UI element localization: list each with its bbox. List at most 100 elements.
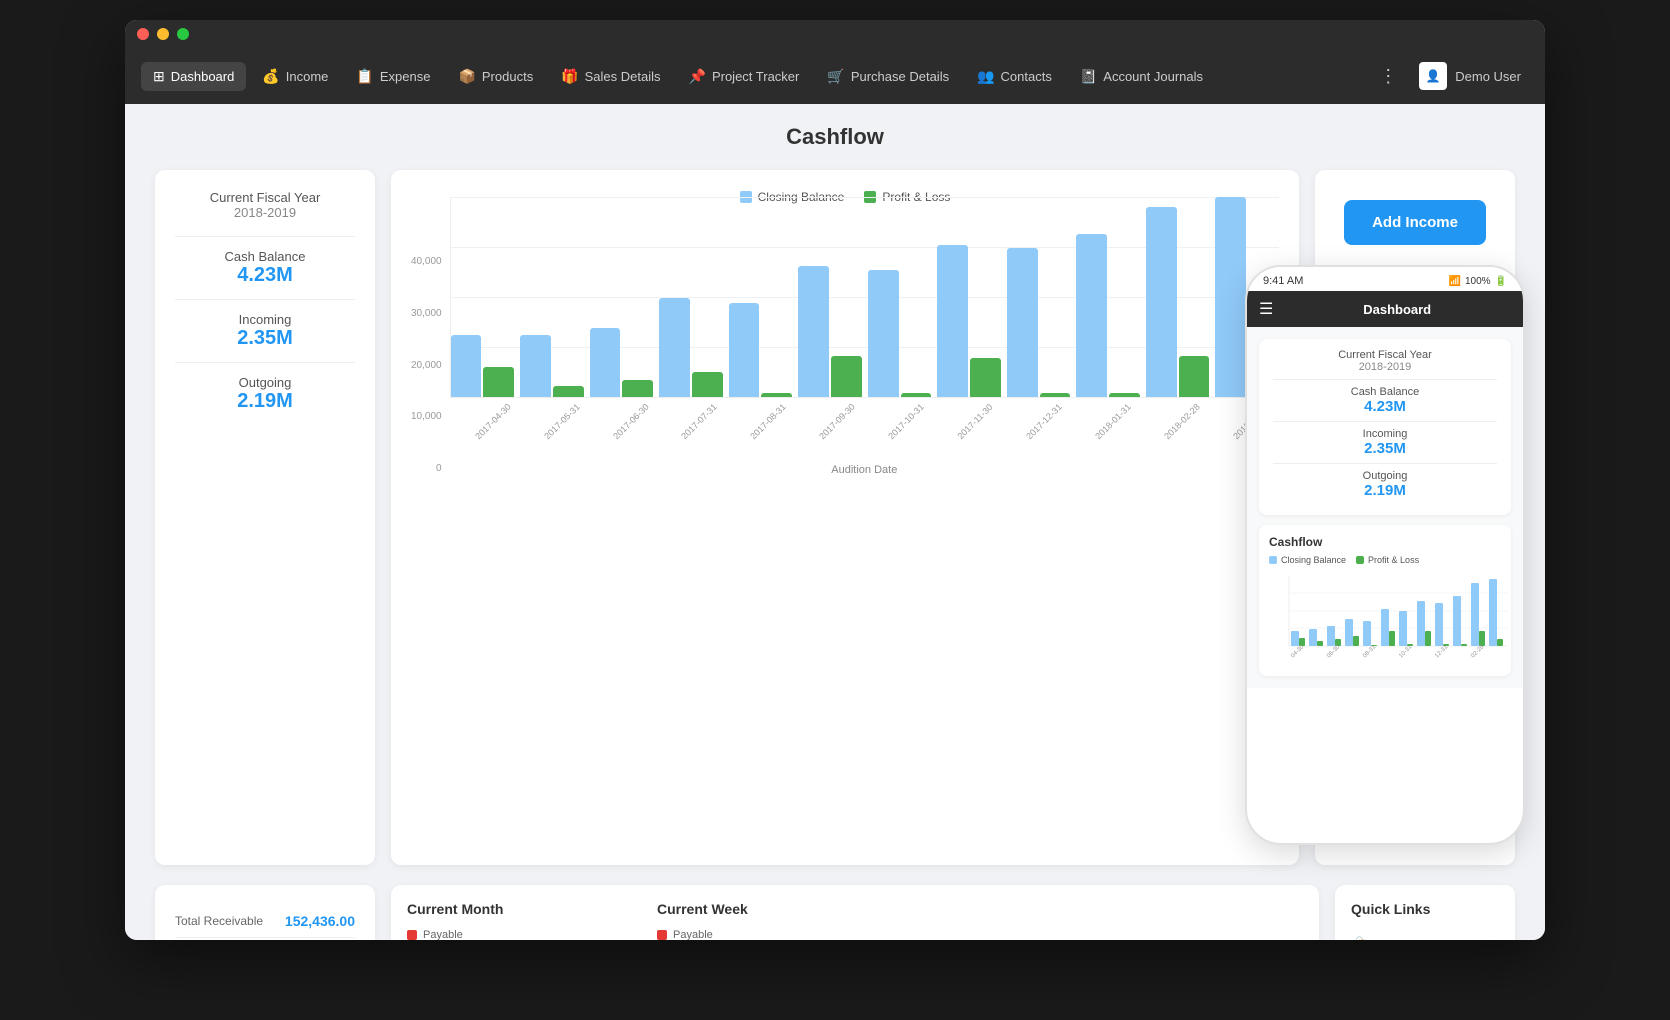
bar-group <box>520 335 584 397</box>
green-bar <box>622 380 653 397</box>
top-row: Current Fiscal Year 2018-2019 Cash Balan… <box>155 170 1515 865</box>
purchase-icon: 🛒 <box>827 68 844 85</box>
user-menu[interactable]: 👤 Demo User <box>1411 58 1529 94</box>
nav-products[interactable]: 📦 Products <box>446 62 545 91</box>
sales-link-icon: 🏷️ <box>1355 936 1373 940</box>
journals-icon: 📓 <box>1080 68 1097 85</box>
close-button[interactable] <box>137 28 149 40</box>
user-avatar: 👤 <box>1419 62 1447 90</box>
blue-bar <box>451 335 482 397</box>
x-axis-label: 2017-09-30 <box>812 396 864 448</box>
app-window: ⊞ Dashboard 💰 Income 📋 Expense 📦 Product… <box>125 20 1545 940</box>
donut-section: Current Month Payable Receiva... <box>391 885 1319 940</box>
x-axis-label: 2017-10-31 <box>881 396 933 448</box>
blue-bar <box>1146 207 1177 397</box>
current-week-chart: Current Week Payable Receiva... <box>657 901 877 940</box>
page-title: Cashflow <box>155 124 1515 150</box>
bottom-row: Total Receivable 152,436.00 Current 87,2… <box>155 885 1515 940</box>
bar-group <box>1076 234 1140 397</box>
nav-income[interactable]: 💰 Income <box>250 62 340 91</box>
nav-expense[interactable]: 📋 Expense <box>344 62 442 91</box>
blue-bar <box>868 270 899 397</box>
green-bar <box>970 358 1001 397</box>
expense-icon: 📋 <box>356 68 373 85</box>
green-bar <box>901 393 932 397</box>
chart-x-title: Audition Date <box>450 464 1279 476</box>
quick-links-card: Quick Links 🏷️ Sales D... 📋 Projec... 📒 … <box>1335 885 1515 940</box>
green-bar <box>1109 393 1140 397</box>
sales-icon: 🎁 <box>561 68 578 85</box>
x-axis-label: 2017-06-30 <box>605 396 657 448</box>
nav-purchase-details[interactable]: 🛒 Purchase Details <box>815 62 961 91</box>
minimize-button[interactable] <box>157 28 169 40</box>
bar-group <box>868 270 932 397</box>
bar-group <box>729 303 793 397</box>
bar-group <box>937 245 1001 397</box>
green-bar <box>692 372 723 397</box>
x-axis-label: 2017-08-31 <box>743 396 795 448</box>
contacts-icon: 👥 <box>977 68 994 85</box>
x-axis-label: 2018-01-31 <box>1087 396 1139 448</box>
blue-bar <box>729 303 760 397</box>
project-icon: 📌 <box>689 68 706 85</box>
blue-bar <box>520 335 551 397</box>
bars-area <box>450 197 1279 398</box>
cashflow-chart: Closing Balance Profit & Loss 40,000 30,… <box>391 170 1299 865</box>
x-axis-label: 2018-02-28 <box>1156 396 1208 448</box>
green-bar <box>1179 356 1210 397</box>
mobile-navbar: ☰ Dashboard <box>1247 291 1523 327</box>
y-axis: 40,000 30,000 20,000 10,000 0 <box>411 256 442 476</box>
main-content: Cashflow Current Fiscal Year 2018-2019 C… <box>125 104 1545 940</box>
add-income-button[interactable]: Add Income <box>1344 200 1486 245</box>
nav-contacts[interactable]: 👥 Contacts <box>965 62 1064 91</box>
green-bar <box>553 386 584 397</box>
green-bar <box>831 356 862 397</box>
income-icon: 💰 <box>262 68 279 85</box>
titlebar <box>125 20 1545 48</box>
nav-account-journals[interactable]: 📓 Account Journals <box>1068 62 1215 91</box>
fiscal-year-label: Current Fiscal Year <box>175 190 355 205</box>
incoming-stat: Incoming 2.35M <box>175 312 355 350</box>
maximize-button[interactable] <box>177 28 189 40</box>
mobile-mini-chart: 04-30 06-30 08-31 10-31 12-31 02-28 <box>1269 571 1509 661</box>
blue-bar <box>590 328 621 397</box>
mobile-mockup: 9:41 AM 📶 100% 🔋 ☰ Dashboard Curren <box>1245 265 1525 845</box>
mobile-status-bar: 9:41 AM 📶 100% 🔋 <box>1247 267 1523 291</box>
mobile-menu-icon: ☰ <box>1259 299 1273 319</box>
quick-link-sales[interactable]: 🏷️ Sales D... <box>1351 929 1499 940</box>
blue-bar <box>1076 234 1107 397</box>
add-income-card: Add Income 9:41 AM 📶 100% 🔋 ☰ Dash <box>1315 170 1515 865</box>
bar-group <box>1146 207 1210 397</box>
finance-cards: Total Receivable 152,436.00 Current 87,2… <box>155 885 375 940</box>
x-axis-label: 2017-05-31 <box>536 396 588 448</box>
green-bar <box>1040 393 1071 397</box>
more-menu-button[interactable]: ⋮ <box>1369 60 1407 93</box>
dashboard-icon: ⊞ <box>153 68 165 85</box>
outgoing-stat: Outgoing 2.19M <box>175 375 355 413</box>
bar-group <box>1007 248 1071 397</box>
fiscal-year-value: 2018-2019 <box>175 205 355 220</box>
stats-card: Current Fiscal Year 2018-2019 Cash Balan… <box>155 170 375 865</box>
x-axis-label: 2017-12-31 <box>1018 396 1070 448</box>
nav-sales-details[interactable]: 🎁 Sales Details <box>549 62 672 91</box>
x-labels: 2017-04-302017-05-312017-06-302017-07-31… <box>450 402 1279 428</box>
mobile-chart-card: Cashflow Closing Balance Profit & Loss <box>1259 525 1511 676</box>
nav-dashboard[interactable]: ⊞ Dashboard <box>141 62 246 91</box>
bar-group <box>451 335 515 397</box>
blue-bar <box>1215 197 1246 397</box>
green-bar <box>483 367 514 397</box>
mobile-body: Current Fiscal Year 2018-2019 Cash Balan… <box>1247 327 1523 688</box>
blue-bar <box>659 298 690 397</box>
bar-chart: 40,000 30,000 20,000 10,000 0 <box>411 216 1279 476</box>
nav-project-tracker[interactable]: 📌 Project Tracker <box>677 62 812 91</box>
x-axis-label: 2017-07-31 <box>674 396 726 448</box>
x-axis-label: 2017-04-30 <box>467 396 519 448</box>
current-month-chart: Current Month Payable Receiva... <box>407 901 627 940</box>
blue-bar <box>1007 248 1038 397</box>
navbar: ⊞ Dashboard 💰 Income 📋 Expense 📦 Product… <box>125 48 1545 104</box>
cash-balance-stat: Cash Balance 4.23M <box>175 249 355 287</box>
mobile-stats-card: Current Fiscal Year 2018-2019 Cash Balan… <box>1259 339 1511 515</box>
blue-bar <box>798 266 829 397</box>
bar-group <box>659 298 723 397</box>
receivable-card: Total Receivable 152,436.00 Current 87,2… <box>155 885 375 940</box>
